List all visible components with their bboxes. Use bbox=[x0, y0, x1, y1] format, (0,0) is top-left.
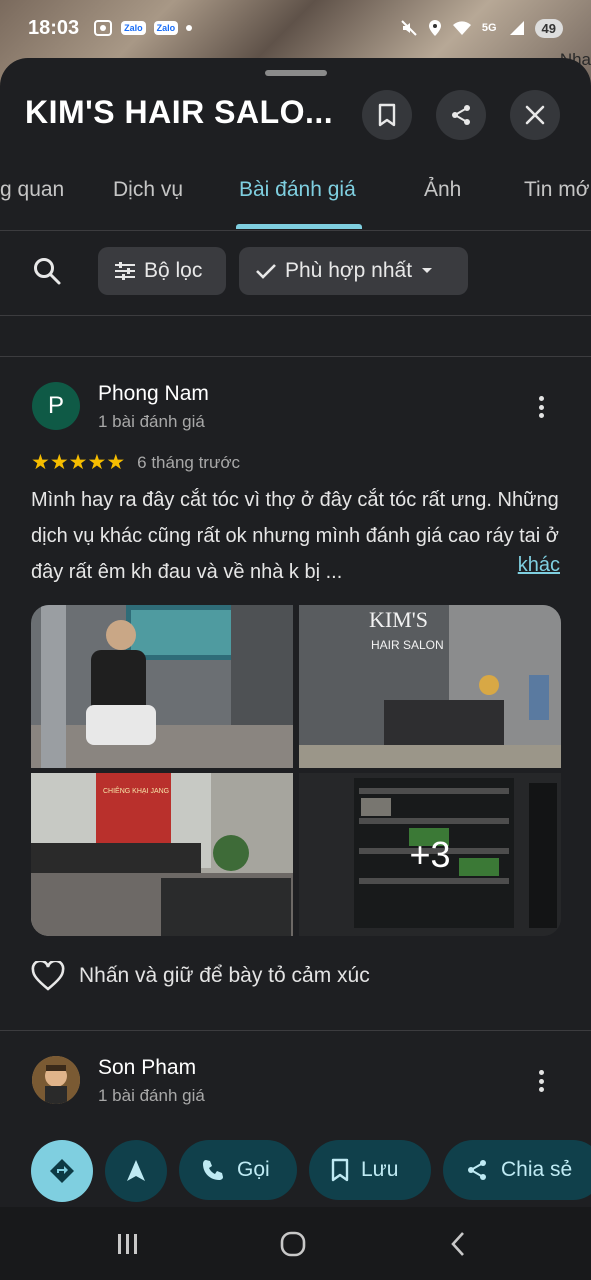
more-options-button[interactable] bbox=[531, 392, 551, 422]
directions-icon bbox=[50, 1159, 74, 1183]
star-icon: ★ bbox=[68, 451, 88, 474]
react-prompt-label: Nhấn và giữ để bày tỏ cảm xúc bbox=[79, 964, 370, 987]
photo-brand-text: KIM'S bbox=[369, 607, 428, 632]
check-icon bbox=[256, 264, 276, 279]
review-photo-grid: KIM'S HAIR SALON CHIÊNG KHẠI JANG +3 bbox=[31, 605, 561, 936]
tab-services[interactable]: Dịch vụ bbox=[113, 178, 183, 202]
react-prompt[interactable]: Nhấn và giữ để bày tỏ cảm xúc bbox=[31, 961, 370, 991]
system-nav-bar bbox=[0, 1207, 591, 1280]
review-photo[interactable]: CHIÊNG KHẠI JANG bbox=[31, 773, 293, 936]
star-icon: ★ bbox=[49, 451, 69, 474]
home-icon bbox=[280, 1231, 306, 1257]
review-card: Son Pham 1 bài đánh giá bbox=[0, 1030, 591, 1120]
reviewer-review-count: 1 bài đánh giá bbox=[98, 412, 205, 431]
battery-indicator: 49 bbox=[534, 18, 563, 38]
share-icon bbox=[468, 1160, 486, 1180]
navigation-icon bbox=[127, 1160, 145, 1181]
review-date: 6 tháng trước bbox=[137, 452, 240, 472]
save-button[interactable]: Lưu bbox=[309, 1140, 431, 1200]
review-photo[interactable] bbox=[31, 605, 293, 768]
filter-chip-label: Bộ lọc bbox=[144, 259, 203, 282]
share-icon bbox=[452, 105, 470, 125]
avatar-initial: P bbox=[47, 392, 64, 419]
share-place-button[interactable] bbox=[436, 90, 486, 140]
dropdown-arrow-icon bbox=[422, 268, 433, 273]
close-button[interactable] bbox=[510, 90, 560, 140]
review-photo-more[interactable]: +3 bbox=[299, 773, 561, 936]
star-rating: ★ ★ ★ ★ ★ 6 tháng trước bbox=[31, 452, 240, 473]
tune-icon bbox=[115, 262, 135, 280]
dot-icon bbox=[186, 25, 193, 31]
back-icon bbox=[451, 1232, 464, 1256]
tab-updates[interactable]: Tin mớ bbox=[524, 178, 590, 202]
sort-dropdown-label: Phù hợp nhất bbox=[285, 259, 413, 282]
status-time: 18:03 bbox=[28, 16, 80, 39]
bookmark-icon bbox=[331, 1158, 349, 1182]
drag-handle[interactable] bbox=[265, 70, 327, 76]
tab-bar: g quan Dịch vụ Bài đánh giá Ảnh Tin mớ bbox=[0, 158, 591, 231]
search-icon bbox=[34, 258, 61, 285]
recent-apps-button[interactable] bbox=[108, 1229, 148, 1259]
avatar[interactable] bbox=[32, 1056, 80, 1104]
filter-chip[interactable]: Bộ lọc bbox=[98, 247, 226, 295]
place-title: KIM'S HAIR SALO... bbox=[25, 94, 334, 130]
tab-photos[interactable]: Ảnh bbox=[424, 178, 461, 202]
save-button-label: Lưu bbox=[361, 1158, 399, 1181]
wifi-icon bbox=[452, 21, 471, 35]
call-button-label: Gọi bbox=[237, 1158, 270, 1181]
close-icon bbox=[525, 105, 545, 125]
screenshot-icon bbox=[94, 20, 113, 36]
share-button[interactable]: Chia sẻ bbox=[443, 1140, 591, 1200]
more-options-button[interactable] bbox=[531, 1066, 551, 1096]
directions-button[interactable] bbox=[31, 1140, 93, 1202]
place-sheet: KIM'S HAIR SALO... g quan Dịch vụ Bài đá… bbox=[0, 58, 591, 1207]
review-photo[interactable]: KIM'S HAIR SALON bbox=[299, 605, 561, 768]
photo-brand-subtext: HAIR SALON bbox=[371, 638, 444, 652]
review-text: Mình hay ra đây cắt tóc vì thợ ở đây cắt… bbox=[31, 489, 559, 583]
sort-dropdown[interactable]: Phù hợp nhất bbox=[239, 247, 468, 295]
active-tab-indicator bbox=[236, 224, 362, 229]
phone-icon bbox=[203, 1160, 223, 1180]
mute-icon bbox=[401, 20, 417, 36]
network-label: 5G bbox=[481, 22, 497, 34]
search-reviews-button[interactable] bbox=[32, 256, 62, 291]
action-bar: Gọi Lưu Chia sẻ bbox=[0, 1122, 591, 1208]
avatar[interactable]: P bbox=[32, 382, 80, 430]
zalo-icon-2: Zalo bbox=[153, 21, 179, 35]
tab-overview[interactable]: g quan bbox=[0, 178, 64, 202]
star-icon: ★ bbox=[106, 451, 126, 474]
start-navigation-button[interactable] bbox=[105, 1140, 167, 1202]
location-icon bbox=[428, 20, 441, 36]
bookmark-icon bbox=[378, 103, 396, 127]
recents-icon bbox=[118, 1234, 137, 1254]
zalo-icon: Zalo bbox=[121, 21, 146, 35]
review-filter-bar: Bộ lọc Phù hợp nhất bbox=[0, 230, 591, 315]
status-bar: 18:03 Zalo Zalo 5G 49 bbox=[0, 0, 591, 56]
tab-reviews[interactable]: Bài đánh giá bbox=[239, 178, 356, 202]
signal-icon bbox=[509, 21, 524, 35]
read-more-link[interactable]: khác bbox=[518, 554, 560, 577]
divider bbox=[0, 315, 591, 316]
call-button[interactable]: Gọi bbox=[179, 1140, 297, 1200]
star-icon: ★ bbox=[31, 451, 50, 474]
reviewer-review-count: 1 bài đánh giá bbox=[98, 1086, 205, 1105]
star-icon: ★ bbox=[87, 451, 107, 474]
back-button[interactable] bbox=[438, 1229, 478, 1259]
review-card: P Phong Nam 1 bài đánh giá ★ ★ ★ ★ ★ 6 t… bbox=[0, 356, 591, 1030]
more-photos-count: +3 bbox=[299, 773, 561, 936]
home-button[interactable] bbox=[273, 1229, 313, 1259]
reviewer-name[interactable]: Son Pham bbox=[98, 1056, 196, 1080]
share-button-label: Chia sẻ bbox=[501, 1158, 573, 1181]
photo-shop-sign: CHIÊNG KHẠI JANG bbox=[103, 786, 169, 795]
save-place-button[interactable] bbox=[362, 90, 412, 140]
reviewer-name[interactable]: Phong Nam bbox=[98, 382, 209, 406]
heart-icon bbox=[31, 961, 65, 991]
